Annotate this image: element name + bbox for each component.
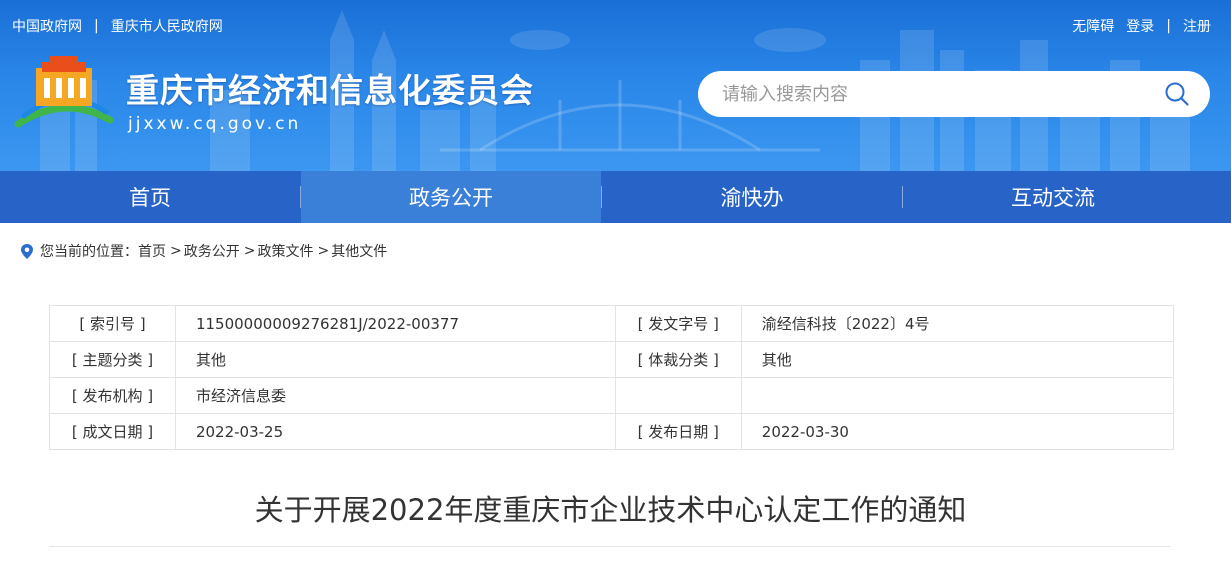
meta-value: 其他 [740,341,1175,378]
table-row: [ 主题分类 ] 其他 [ 体裁分类 ] 其他 [49,341,1175,378]
meta-label: [ 发布机构 ] [49,377,176,414]
nav-home[interactable]: 首页 [0,171,300,223]
site-domain: jjxxw.cq.gov.cn [128,114,302,134]
meta-label: [ 成文日期 ] [49,413,176,450]
meta-label: [ 体裁分类 ] [614,341,742,378]
meta-value: 市经济信息委 [174,377,616,414]
meta-label: [ 主题分类 ] [49,341,176,378]
breadcrumb-sep: > [170,243,182,259]
separator: | [1166,18,1171,34]
site-title: 重庆市经济和信息化委员会 [126,71,534,110]
breadcrumb: 您当前的位置： 首页 > 政务公开 > 政策文件 > 其他文件 [20,241,387,261]
meta-label: [ 发文字号 ] [614,305,742,342]
nav-government-affairs[interactable]: 政务公开 [301,171,601,223]
location-pin-icon [21,243,33,259]
breadcrumb-policy-files[interactable]: 政策文件 [257,241,313,261]
meta-value: 2022-03-25 [174,413,616,450]
table-row: [ 成文日期 ] 2022-03-25 [ 发布日期 ] 2022-03-30 [49,413,1175,450]
meta-value [740,377,1175,414]
breadcrumb-sep: > [317,243,330,259]
meta-value: 渝经信科技〔2022〕4号 [740,305,1175,342]
login-link[interactable]: 登录 [1126,16,1154,36]
user-links: 无障碍 登录 | 注册 [1072,16,1211,36]
breadcrumb-home[interactable]: 首页 [138,241,166,261]
nav-yukuaiban[interactable]: 渝快办 [602,171,902,223]
meta-label [614,377,742,414]
meta-label: [ 索引号 ] [49,305,176,342]
link-cq-gov[interactable]: 重庆市人民政府网 [111,16,223,36]
document-title: 关于开展2022年度重庆市企业技术中心认定工作的通知 [254,493,967,527]
document-meta-table: [ 索引号 ] 11500000009276281J/2022-00377 [ … [49,305,1175,450]
main-nav: 首页 政务公开 渝快办 互动交流 [0,171,1231,223]
meta-value: 11500000009276281J/2022-00377 [174,305,616,342]
meta-label: [ 发布日期 ] [614,413,742,450]
meta-value: 2022-03-30 [740,413,1175,450]
nav-interaction[interactable]: 互动交流 [903,171,1203,223]
separator: | [94,18,99,34]
top-links: 中国政府网 | 重庆市人民政府网 [12,16,223,36]
breadcrumb-prefix: 您当前的位置： [40,244,138,260]
breadcrumb-sep: > [243,243,256,259]
accessibility-link[interactable]: 无障碍 [1072,16,1114,36]
meta-value: 其他 [174,341,616,378]
breadcrumb-other-files[interactable]: 其他文件 [331,241,387,261]
link-gov-cn[interactable]: 中国政府网 [12,16,82,36]
breadcrumb-government-affairs[interactable]: 政务公开 [184,241,240,261]
chongqing-emblem-icon[interactable] [14,54,114,134]
site-header: 中国政府网 | 重庆市人民政府网 无障碍 登录 | 注册 重庆市经济和信息化委员… [0,0,1231,171]
table-row: [ 索引号 ] 11500000009276281J/2022-00377 [ … [49,305,1175,342]
register-link[interactable]: 注册 [1183,16,1211,36]
search-icon[interactable] [1164,81,1190,107]
search-box [698,71,1210,117]
search-input[interactable] [720,78,1144,110]
title-divider [49,546,1171,547]
table-row: [ 发布机构 ] 市经济信息委 [49,377,1175,414]
